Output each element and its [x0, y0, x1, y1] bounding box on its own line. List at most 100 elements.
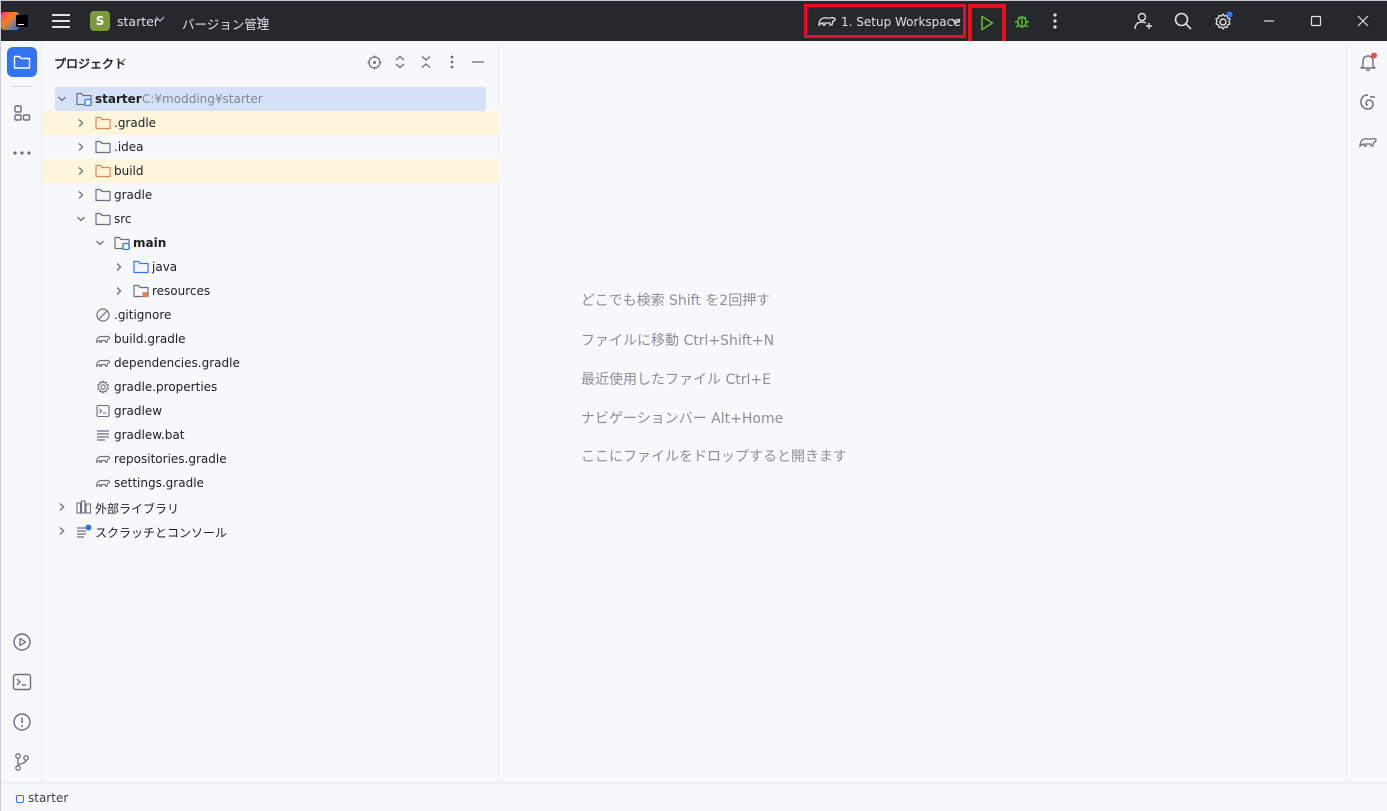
tree-row[interactable]: gradlew.bat: [42, 423, 499, 447]
project-badge[interactable]: S: [90, 11, 110, 31]
problems-icon: [13, 713, 31, 731]
project-panel: プロジェクト starter C:¥modding¥starter .gradle.…: [42, 41, 499, 783]
expand-all-icon[interactable]: [392, 54, 408, 70]
collapse-all-icon[interactable]: [418, 54, 434, 70]
chevron-right-icon[interactable]: [75, 165, 87, 177]
project-tool-button[interactable]: [7, 47, 37, 77]
git-tool-button[interactable]: [7, 747, 37, 777]
chevron-right-icon[interactable]: [75, 141, 87, 153]
tree-item-label: starter: [95, 92, 142, 106]
panel-options-icon[interactable]: [444, 54, 460, 70]
tree-item-label: src: [114, 212, 132, 226]
toolbar-divider: [11, 86, 33, 87]
status-bar: starter: [1, 783, 1387, 811]
properties-file-icon: [95, 379, 111, 395]
play-icon: [979, 14, 995, 32]
tree-row[interactable]: dependencies.gradle: [42, 351, 499, 375]
tree-row[interactable]: 外部ライブラリ: [42, 495, 499, 519]
tree-item-label: スクラッチとコンソール: [95, 526, 228, 540]
locate-file-icon[interactable]: [366, 54, 382, 70]
gradle-tool-icon[interactable]: [1357, 131, 1379, 153]
gradle-elephant-icon: [817, 13, 837, 29]
tree-row[interactable]: gradle: [42, 183, 499, 207]
tree-item-label: build.gradle: [114, 332, 186, 346]
title-bar: S starter バージョン管理 1. Setup Workspace: [1, 1, 1387, 46]
chevron-down-icon[interactable]: [256, 14, 266, 27]
tree-item-label: build: [114, 164, 144, 178]
hide-panel-icon[interactable]: [470, 54, 486, 70]
search-icon[interactable]: [1173, 11, 1193, 31]
tree-item-label: .gradle: [114, 116, 157, 130]
app-logo-mark: [16, 15, 28, 27]
project-name[interactable]: starter: [117, 14, 159, 29]
module-icon: [16, 795, 24, 803]
run-config-label: 1. Setup Workspace: [841, 15, 961, 29]
tree-row[interactable]: starter C:¥modding¥starter: [42, 87, 499, 111]
tree-item-label: resources: [152, 284, 211, 298]
chevron-down-icon: [951, 16, 961, 29]
problems-tool-button[interactable]: [7, 707, 37, 737]
tree-row[interactable]: gradlew: [42, 399, 499, 423]
resources-folder-icon: [133, 283, 149, 299]
left-toolbar: [1, 41, 42, 783]
chevron-right-icon[interactable]: [113, 285, 125, 297]
tree-row[interactable]: .gradle: [42, 111, 499, 135]
run-icon: [13, 633, 31, 651]
tree-row[interactable]: resources: [42, 279, 499, 303]
structure-tool-button[interactable]: [7, 98, 37, 128]
close-icon[interactable]: [1355, 13, 1371, 29]
more-actions-icon[interactable]: [1047, 12, 1063, 30]
tree-item-label: main: [133, 236, 167, 250]
chevron-right-icon[interactable]: [75, 189, 87, 201]
tree-row[interactable]: gradle.properties: [42, 375, 499, 399]
main-menu-icon[interactable]: [51, 12, 71, 30]
maximize-icon[interactable]: [1308, 13, 1324, 29]
run-configuration-selector[interactable]: 1. Setup Workspace: [804, 4, 966, 38]
tree-row[interactable]: build.gradle: [42, 327, 499, 351]
scratches-icon: [76, 523, 92, 539]
chevron-down-icon[interactable]: [75, 213, 87, 225]
tree-row[interactable]: スクラッチとコンソール: [42, 519, 499, 543]
chevron-right-icon[interactable]: [113, 261, 125, 273]
tree-row[interactable]: .gitignore: [42, 303, 499, 327]
debug-icon[interactable]: [1012, 11, 1032, 31]
run-tool-button[interactable]: [7, 627, 37, 657]
terminal-tool-button[interactable]: [7, 667, 37, 697]
tree-row[interactable]: build: [42, 159, 499, 183]
chevron-right-icon[interactable]: [75, 117, 87, 129]
chevron-right-icon[interactable]: [56, 525, 68, 537]
ai-assistant-icon[interactable]: [1357, 91, 1379, 113]
source-folder-icon: [133, 259, 149, 275]
tree-row[interactable]: java: [42, 255, 499, 279]
settings-gear-icon[interactable]: [1212, 11, 1234, 31]
add-user-icon[interactable]: [1133, 11, 1155, 31]
chevron-down-icon[interactable]: [56, 93, 68, 105]
minimize-icon[interactable]: [1261, 13, 1277, 29]
structure-icon: [14, 105, 31, 121]
editor-area[interactable]: どこでも検索 Shift を2回押す ファイルに移動 Ctrl+Shift+N …: [500, 41, 1346, 783]
terminal-icon: [12, 673, 32, 691]
more-tools-button[interactable]: [7, 138, 37, 168]
chevron-down-icon[interactable]: [155, 14, 165, 27]
tree-row[interactable]: .idea: [42, 135, 499, 159]
chevron-down-icon[interactable]: [94, 237, 106, 249]
chevron-right-icon[interactable]: [56, 501, 68, 513]
tree-row[interactable]: main: [42, 231, 499, 255]
library-icon: [76, 499, 92, 515]
folder-excluded-icon: [95, 115, 111, 131]
notifications-bell-icon[interactable]: [1357, 51, 1379, 73]
tree-item-label: gradle: [114, 188, 153, 202]
right-toolbar: [1346, 41, 1387, 783]
tree-row[interactable]: repositories.gradle: [42, 447, 499, 471]
chevron-down-icon[interactable]: [116, 56, 126, 69]
status-breadcrumb[interactable]: starter: [28, 791, 68, 805]
run-button[interactable]: [968, 4, 1006, 46]
folder-icon: [95, 139, 111, 155]
folder-icon: [13, 55, 31, 69]
tree-row[interactable]: src: [42, 207, 499, 231]
hint-recent-files: 最近使用したファイル Ctrl+E: [581, 372, 771, 388]
more-icon: [13, 151, 31, 155]
tree-item-label: 外部ライブラリ: [95, 502, 180, 516]
tree-row[interactable]: settings.gradle: [42, 471, 499, 495]
ignore-file-icon: [95, 307, 111, 323]
